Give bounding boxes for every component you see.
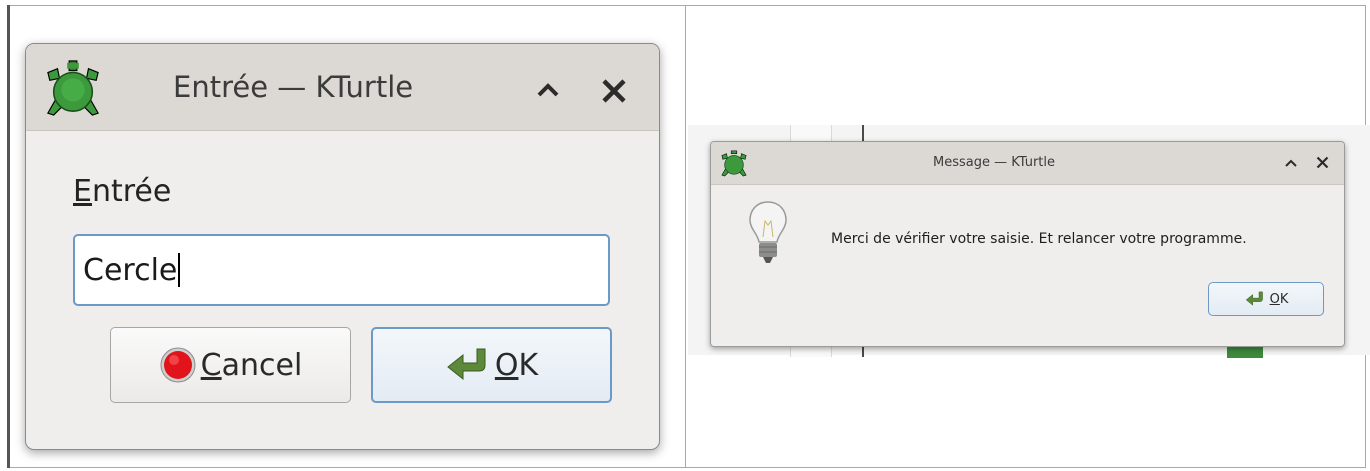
ok-button[interactable]: OK — [371, 327, 612, 403]
chevron-up-icon[interactable] — [1285, 159, 1297, 167]
frame-left-bar — [7, 5, 10, 468]
message-dialog-title: Message — KTurtle — [933, 155, 1056, 170]
input-value: Cercle — [83, 252, 178, 288]
message-dialog-titlebar[interactable]: Message — KTurtle — [711, 142, 1344, 185]
text-input-field[interactable]: Cercle — [73, 234, 610, 306]
stop-icon — [160, 347, 196, 383]
ok-label: OK — [1269, 291, 1289, 307]
cancel-button[interactable]: Cancel — [110, 327, 351, 403]
input-dialog-titlebar[interactable]: Entrée — KTurtle — [26, 44, 659, 131]
ok-label: OK — [494, 347, 539, 383]
input-dialog: Entrée — KTurtle Entrée Cercle Cancel OK — [25, 43, 660, 450]
turtle-icon — [721, 150, 747, 177]
close-icon[interactable] — [601, 78, 627, 104]
chevron-up-icon[interactable] — [536, 82, 560, 98]
ok-button[interactable]: OK — [1208, 282, 1324, 316]
turtle-icon — [47, 60, 99, 116]
message-dialog: Message — KTurtle Merci de vérifier votr… — [710, 141, 1345, 347]
text-cursor — [178, 253, 181, 287]
input-label: Entrée — [73, 174, 172, 209]
table-divider — [685, 5, 686, 468]
cancel-label: Cancel — [200, 347, 303, 383]
check-arrow-icon — [447, 348, 486, 381]
close-icon[interactable] — [1316, 156, 1329, 169]
lightbulb-icon — [749, 201, 787, 263]
dialog-title: Entrée — KTurtle — [173, 70, 414, 104]
check-arrow-icon — [1245, 291, 1263, 306]
message-text: Merci de vérifier votre saisie. Et relan… — [831, 231, 1247, 247]
